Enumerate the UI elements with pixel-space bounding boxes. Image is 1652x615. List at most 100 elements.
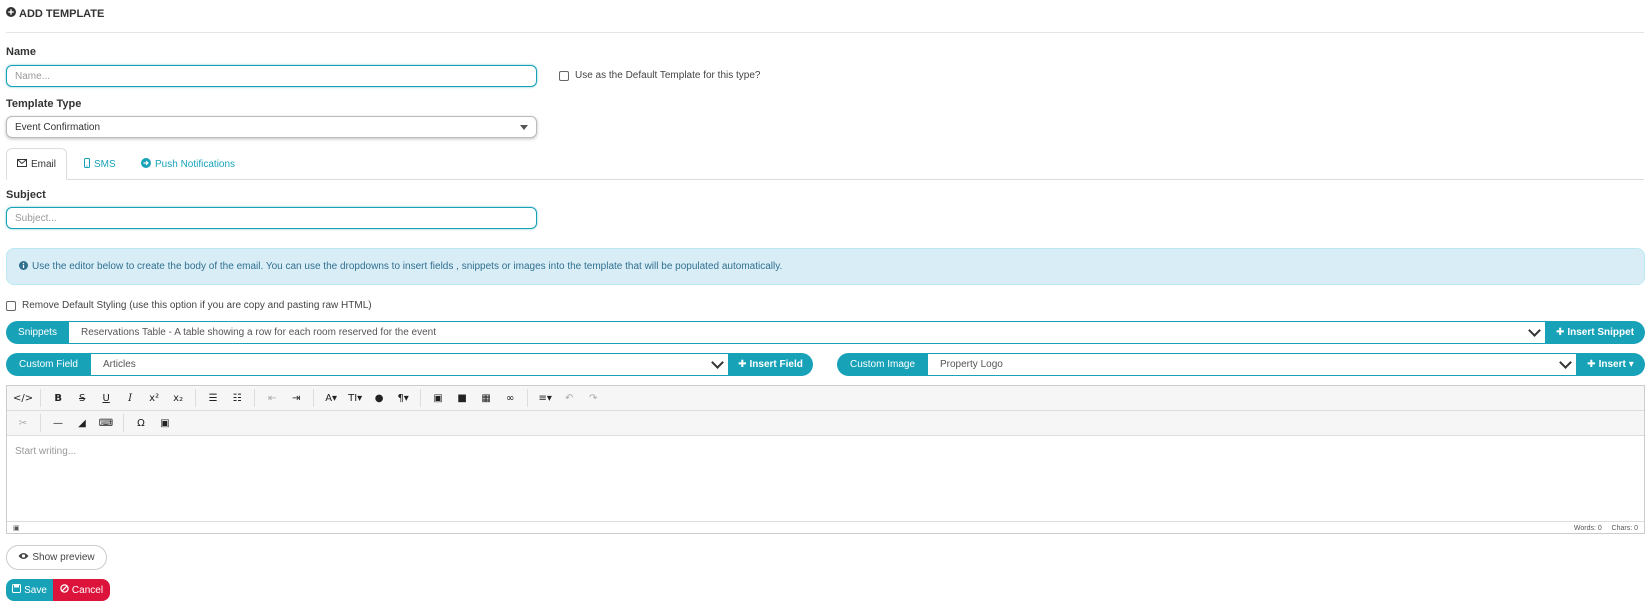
insert-image-label: Insert <box>1598 359 1626 370</box>
select-all-icon[interactable]: ▣ <box>155 413 175 433</box>
caret-down-icon: ▾ <box>1628 359 1634 370</box>
italic-icon[interactable]: I <box>120 388 140 408</box>
toolbar-separator <box>195 389 197 407</box>
strikethrough-icon[interactable]: S <box>72 388 92 408</box>
remove-styling-label: Remove Default Styling (use this option … <box>22 300 372 311</box>
show-preview-label: Show preview <box>32 552 95 563</box>
name-input[interactable]: Name... <box>6 65 537 87</box>
chevron-down-icon <box>1559 356 1572 369</box>
info-alert-text: Use the editor below to create the body … <box>32 261 783 272</box>
template-type-label: Template Type <box>6 98 82 110</box>
caret-down-icon <box>520 122 528 133</box>
template-type-select[interactable]: Event Confirmation <box>6 116 537 138</box>
name-input-placeholder: Name... <box>15 70 51 82</box>
show-preview-button[interactable]: Show preview <box>6 545 107 570</box>
arrow-circle-icon <box>141 158 151 171</box>
info-alert: Use the editor below to create the body … <box>6 248 1645 285</box>
tab-email-label: Email <box>31 158 57 170</box>
chevron-down-icon <box>711 356 724 369</box>
custom-field-select[interactable]: Articles <box>91 353 728 376</box>
tabs-divider <box>6 179 1644 180</box>
indent-icon[interactable]: ⇥ <box>286 388 306 408</box>
char-count: Chars: 0 <box>1611 524 1638 532</box>
tab-push-notifications[interactable]: Push Notifications <box>141 158 235 171</box>
font-family-icon[interactable]: A▾ <box>321 388 341 408</box>
undo-icon[interactable]: ↶ <box>559 388 579 408</box>
toolbar-separator <box>123 414 124 432</box>
page-title: ADD TEMPLATE <box>6 7 104 20</box>
redo-icon[interactable]: ↷ <box>583 388 603 408</box>
cancel-label: Cancel <box>71 584 104 596</box>
image-icon[interactable]: ▣ <box>428 388 448 408</box>
insert-field-label: Insert Field <box>749 359 803 370</box>
default-template-label: Use as the Default Template for this typ… <box>575 70 761 81</box>
ban-icon <box>60 584 69 596</box>
save-label: Save <box>24 584 47 596</box>
format-painter-icon[interactable]: ⌨ <box>96 413 116 433</box>
outdent-icon[interactable]: ⇤ <box>262 388 282 408</box>
font-size-icon[interactable]: TI▾ <box>345 388 365 408</box>
custom-image-label: Custom Image <box>837 353 928 376</box>
cancel-button[interactable]: Cancel <box>53 579 110 601</box>
link-icon[interactable]: ∞ <box>500 388 520 408</box>
save-button[interactable]: Save <box>6 579 53 601</box>
insert-snippet-label: Insert Snippet <box>1567 327 1635 338</box>
plus-icon: ✚ <box>1555 327 1565 338</box>
horizontal-rule-icon[interactable]: — <box>48 413 68 433</box>
superscript-icon[interactable]: x² <box>144 388 164 408</box>
editor-placeholder: Start writing... <box>15 446 77 457</box>
rich-text-editor: </> B S U I x² x₂ ☰ ☷ ⇤ ⇥ A▾ TI▾ ● ¶▾ ▣ … <box>6 385 1645 534</box>
editor-toolbar-row-1: </> B S U I x² x₂ ☰ ☷ ⇤ ⇥ A▾ TI▾ ● ¶▾ ▣ … <box>7 386 1644 411</box>
subject-label: Subject <box>6 189 46 201</box>
remove-styling-checkbox[interactable] <box>6 300 16 311</box>
custom-image-select-value: Property Logo <box>940 359 1003 370</box>
subject-input[interactable]: Subject... <box>6 207 537 229</box>
toolbar-separator <box>313 389 315 407</box>
toolbar-separator <box>527 389 529 407</box>
mobile-icon <box>84 158 90 171</box>
bold-icon[interactable]: B <box>48 388 68 408</box>
special-character-icon[interactable]: Ω <box>131 413 151 433</box>
name-label: Name <box>6 46 36 58</box>
default-template-option: Use as the Default Template for this typ… <box>559 70 760 81</box>
insert-snippet-button[interactable]: ✚ Insert Snippet <box>1545 321 1645 344</box>
subscript-icon[interactable]: x₂ <box>168 388 188 408</box>
align-icon[interactable]: ≡▾ <box>535 388 555 408</box>
snippets-select[interactable]: Reservations Table - A table showing a r… <box>69 321 1545 344</box>
snippets-select-value: Reservations Table - A table showing a r… <box>81 327 437 338</box>
text-color-icon[interactable]: ● <box>369 388 389 408</box>
insert-image-button[interactable]: ✚ Insert ▾ <box>1576 353 1645 376</box>
editor-counts: Words: 0 Chars: 0 <box>1574 525 1638 532</box>
eraser-icon[interactable]: ◢ <box>72 413 92 433</box>
insert-field-button[interactable]: ✚ Insert Field <box>728 353 813 376</box>
custom-image-select[interactable]: Property Logo <box>928 353 1576 376</box>
ordered-list-icon[interactable]: ☷ <box>227 388 247 408</box>
info-circle-icon <box>19 260 28 273</box>
default-template-checkbox[interactable] <box>559 70 569 81</box>
toolbar-separator <box>420 389 422 407</box>
word-count: Words: 0 <box>1573 524 1602 532</box>
toolbar-separator <box>254 389 256 407</box>
toolbar-separator <box>40 414 41 432</box>
cut-icon[interactable]: ✂ <box>13 413 33 433</box>
eye-icon <box>18 552 29 563</box>
unordered-list-icon[interactable]: ☰ <box>203 388 223 408</box>
editor-content-area[interactable]: Start writing... <box>7 436 1644 521</box>
tab-sms[interactable]: SMS <box>84 158 116 171</box>
tab-push-label: Push Notifications <box>155 159 236 170</box>
plus-icon: ✚ <box>738 359 747 370</box>
tab-email[interactable]: Email <box>6 148 68 180</box>
underline-icon[interactable]: U <box>96 388 116 408</box>
header-divider <box>6 32 1644 33</box>
template-type-value: Event Confirmation <box>15 121 101 133</box>
editor-toolbar-row-2: ✂ — ◢ ⌨ Ω ▣ <box>7 411 1644 436</box>
table-icon[interactable]: ▦ <box>476 388 496 408</box>
video-icon[interactable]: ■ <box>452 388 472 408</box>
fullscreen-icon[interactable]: ▣ <box>13 524 20 532</box>
chevron-down-icon <box>1528 324 1541 337</box>
tab-sms-label: SMS <box>94 159 116 170</box>
custom-field-label: Custom Field <box>6 353 91 376</box>
floppy-disk-icon <box>12 584 22 596</box>
paragraph-format-icon[interactable]: ¶▾ <box>393 388 413 408</box>
code-view-icon[interactable]: </> <box>13 388 33 408</box>
